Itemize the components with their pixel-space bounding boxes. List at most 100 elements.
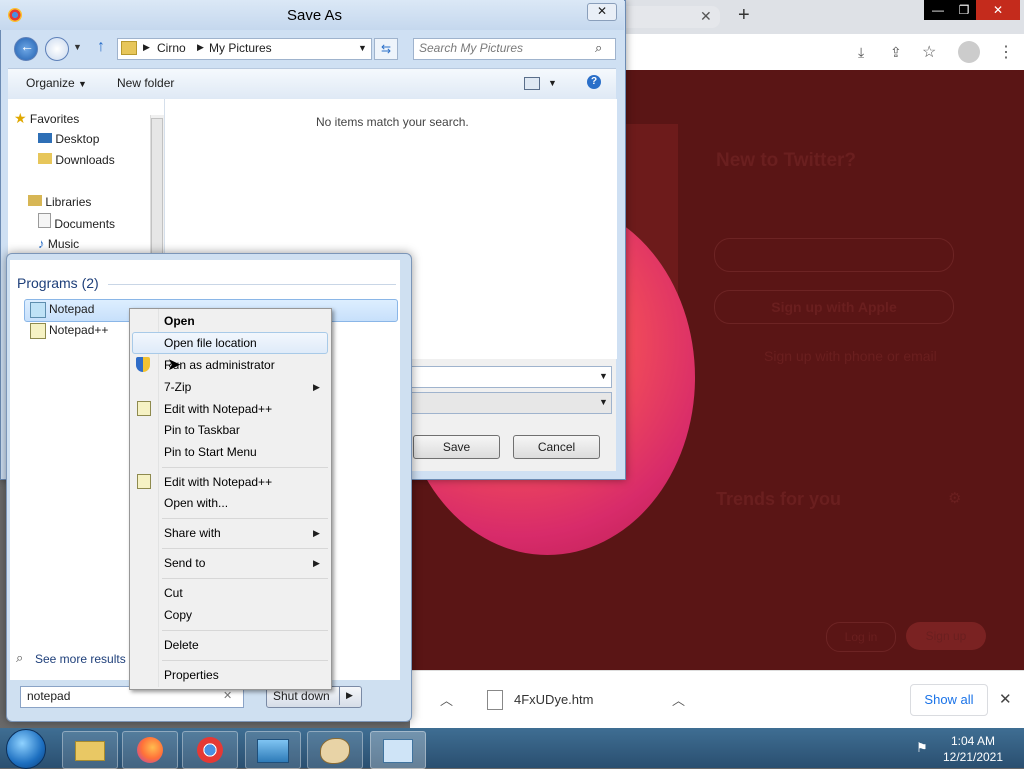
- menu-separator: [162, 467, 328, 468]
- search-placeholder: Search My Pictures: [419, 41, 524, 55]
- breadcrumb-cirno[interactable]: Cirno: [157, 41, 186, 55]
- nav-desktop[interactable]: Desktop: [38, 129, 99, 149]
- restore-button[interactable]: ❐: [950, 0, 978, 20]
- address-dropdown-icon[interactable]: ▼: [358, 43, 367, 53]
- menu-send-to[interactable]: Send to: [164, 554, 205, 572]
- nav-libraries[interactable]: Libraries: [28, 192, 91, 212]
- submenu-arrow-icon: ▶: [313, 528, 320, 538]
- close-icon[interactable]: ✕: [999, 690, 1012, 708]
- breadcrumb-my-pictures[interactable]: My Pictures: [209, 41, 272, 55]
- dialog-close-button[interactable]: ✕: [587, 3, 617, 21]
- program-item-notepadpp[interactable]: Notepad++: [49, 323, 108, 337]
- nav-documents[interactable]: Documents: [38, 213, 115, 233]
- trends-heading: Trends for you: [716, 489, 842, 509]
- forward-button[interactable]: [45, 37, 69, 61]
- chevron-up-icon[interactable]: ︿: [440, 690, 453, 709]
- chrome-taskbar-button[interactable]: [182, 731, 238, 769]
- nav-label: Music: [47, 237, 80, 251]
- menu-pin-start[interactable]: Pin to Start Menu: [164, 443, 257, 461]
- menu-copy[interactable]: Copy: [164, 606, 192, 624]
- minimize-button[interactable]: —: [924, 0, 952, 20]
- new-folder-button[interactable]: New folder: [117, 76, 174, 90]
- nav-scrollbar-thumb[interactable]: [151, 118, 163, 260]
- program-label: Notepad: [49, 302, 95, 316]
- google-signup-button[interactable]: [714, 238, 954, 272]
- breadcrumb-separator-icon[interactable]: ▶: [197, 42, 204, 53]
- chevron-down-icon[interactable]: ▼: [599, 371, 608, 381]
- new-to-twitter-heading: New to Twitter?: [716, 150, 857, 171]
- remote-desktop-taskbar-button[interactable]: [370, 731, 426, 769]
- submenu-arrow-icon: ▶: [313, 382, 320, 392]
- photo-viewer-taskbar-button[interactable]: [245, 731, 301, 769]
- shutdown-options-arrow-icon[interactable]: ▶: [346, 690, 353, 701]
- shutdown-label: Shut down: [273, 689, 330, 703]
- shutdown-divider: [339, 687, 340, 705]
- libraries-icon: [28, 195, 42, 206]
- menu-pin-taskbar[interactable]: Pin to Taskbar: [164, 421, 240, 439]
- nav-favorites[interactable]: ★ Favorites: [14, 108, 79, 128]
- new-tab-button[interactable]: +: [738, 4, 750, 27]
- install-icon[interactable]: ⤓: [858, 44, 864, 61]
- menu-open-with[interactable]: Open with...: [164, 494, 228, 512]
- help-icon[interactable]: ?: [587, 75, 601, 89]
- phone-email-signup-link[interactable]: Sign up with phone or email: [764, 348, 937, 364]
- nav-label: Desktop: [55, 132, 100, 146]
- filename-input[interactable]: [410, 366, 612, 388]
- menu-edit-notepadpp[interactable]: Edit with Notepad++: [164, 400, 272, 418]
- profile-avatar[interactable]: [958, 41, 980, 63]
- dialog-title-bar: Save As: [0, 0, 624, 30]
- firefox-taskbar-button[interactable]: [122, 731, 178, 769]
- notepadpp-icon: [137, 474, 151, 489]
- nav-downloads[interactable]: Downloads: [38, 150, 115, 170]
- chevron-down-icon[interactable]: ▼: [548, 78, 557, 88]
- chevron-down-icon[interactable]: ▼: [599, 397, 608, 407]
- search-icon: ⌕: [16, 650, 24, 665]
- menu-delete[interactable]: Delete: [164, 636, 199, 654]
- up-arrow-icon[interactable]: ↑: [97, 38, 105, 56]
- menu-properties[interactable]: Properties: [164, 666, 219, 684]
- file-type-select[interactable]: [410, 392, 612, 414]
- chrome-icon: [8, 8, 22, 22]
- menu-open-file-location[interactable]: Open file location: [164, 334, 257, 352]
- menu-cut[interactable]: Cut: [164, 584, 183, 602]
- share-icon[interactable]: ⇪: [890, 44, 902, 61]
- download-filename[interactable]: 4FxUDye.htm: [514, 692, 593, 707]
- clear-search-icon[interactable]: ✕: [223, 689, 232, 702]
- breadcrumb-separator-icon[interactable]: ▶: [143, 42, 150, 53]
- view-options-icon[interactable]: [524, 77, 540, 90]
- bookmark-star-icon[interactable]: ☆: [922, 42, 936, 62]
- network-icon[interactable]: ⚑: [916, 740, 928, 756]
- see-more-results-link[interactable]: See more results: [35, 652, 126, 666]
- star-icon: ★: [14, 110, 27, 126]
- paint-taskbar-button[interactable]: [307, 731, 363, 769]
- login-button[interactable]: Log in: [826, 622, 896, 652]
- menu-icon[interactable]: ⋮: [998, 42, 1014, 62]
- close-button[interactable]: ✕: [976, 0, 1020, 20]
- menu-open[interactable]: Open: [164, 312, 195, 330]
- explorer-taskbar-button[interactable]: [62, 731, 118, 769]
- notepadpp-icon: [137, 401, 151, 416]
- dialog-title: Save As: [287, 7, 343, 24]
- refresh-icon[interactable]: ⇆: [374, 38, 398, 60]
- cancel-button[interactable]: Cancel: [513, 435, 600, 459]
- tab-close-icon[interactable]: ✕: [700, 8, 712, 25]
- start-button[interactable]: [6, 729, 46, 769]
- menu-separator: [162, 518, 328, 519]
- menu-7zip[interactable]: 7-Zip: [164, 378, 191, 396]
- save-button[interactable]: Save: [413, 435, 500, 459]
- signup-button[interactable]: Sign up: [906, 622, 986, 650]
- settings-gear-icon[interactable]: ⚙: [948, 489, 961, 507]
- recent-pages-chevron-icon[interactable]: ▼: [73, 42, 82, 52]
- clock[interactable]: 1:04 AM 12/21/2021: [940, 733, 1006, 765]
- menu-share-with[interactable]: Share with: [164, 524, 221, 542]
- search-icon[interactable]: ⌕: [595, 40, 602, 56]
- submenu-arrow-icon: ▶: [313, 558, 320, 568]
- menu-separator: [162, 660, 328, 661]
- show-all-button[interactable]: Show all: [910, 684, 988, 716]
- folder-icon: [75, 741, 105, 761]
- organize-button[interactable]: Organize ▼: [26, 76, 87, 90]
- apple-signup-button[interactable]: Sign up with Apple: [714, 290, 954, 324]
- chevron-up-icon[interactable]: ︿: [672, 690, 685, 709]
- menu-edit-notepadpp-2[interactable]: Edit with Notepad++: [164, 473, 272, 491]
- nav-music[interactable]: ♪ Music: [38, 234, 79, 254]
